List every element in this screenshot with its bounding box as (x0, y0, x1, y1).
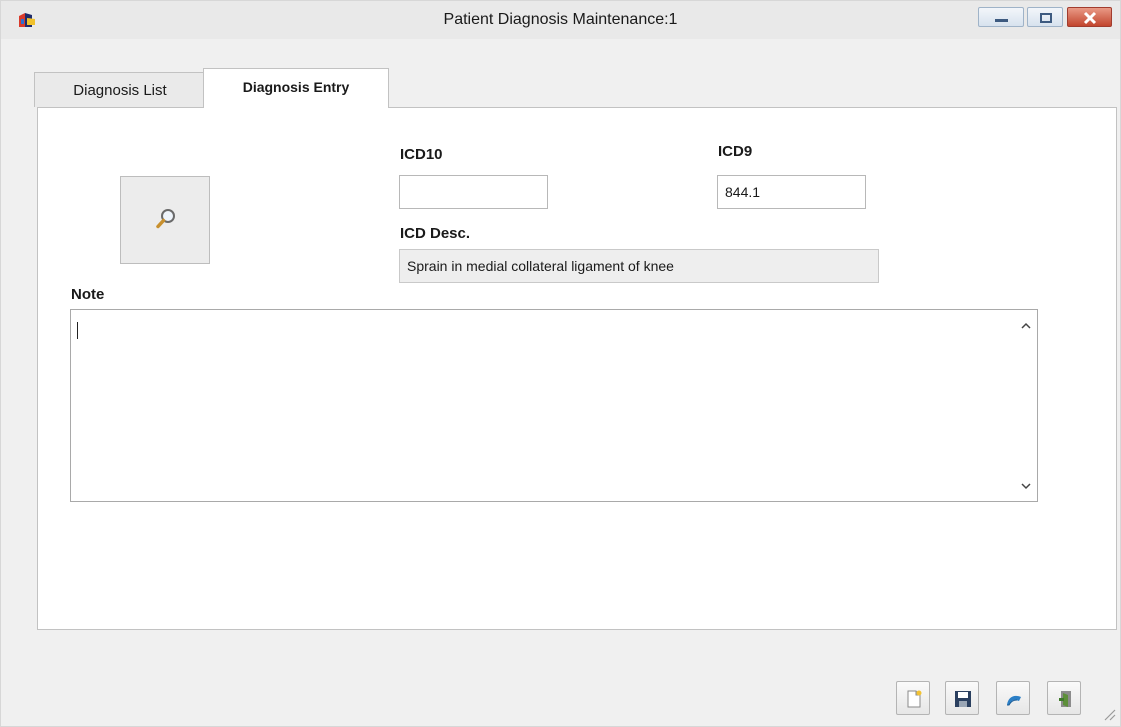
note-label: Note (71, 286, 105, 303)
maximize-icon (1040, 13, 1052, 23)
minimize-icon (995, 19, 1008, 22)
icd10-label: ICD10 (400, 146, 443, 163)
icd9-label: ICD9 (718, 143, 753, 160)
maximize-button[interactable] (1027, 7, 1063, 27)
minimize-button[interactable] (978, 7, 1024, 27)
exit-button[interactable] (1047, 681, 1081, 715)
save-icon (955, 691, 971, 707)
new-button[interactable] (896, 681, 930, 715)
close-button[interactable] (1067, 7, 1112, 27)
icd9-field[interactable]: 844.1 (717, 175, 866, 209)
text-caret (77, 322, 78, 339)
exit-icon (1059, 691, 1071, 707)
patient-diagnosis-window: Patient Diagnosis Maintenance:1 Diagnosi… (0, 0, 1121, 727)
undo-icon (1007, 695, 1021, 706)
note-textarea[interactable] (70, 309, 1038, 502)
note-scrollbar[interactable] (1015, 310, 1037, 501)
diagnosis-search-button[interactable] (120, 176, 210, 264)
window-title: Patient Diagnosis Maintenance:1 (443, 11, 678, 28)
magnifier-icon (156, 209, 175, 229)
save-button[interactable] (945, 681, 979, 715)
title-bar[interactable]: Patient Diagnosis Maintenance:1 (1, 1, 1120, 39)
scroll-up-icon[interactable] (1021, 322, 1031, 330)
undo-button[interactable] (996, 681, 1030, 715)
tab-diagnosis-entry[interactable]: Diagnosis Entry (203, 68, 389, 108)
new-document-icon (907, 690, 922, 708)
tab-diagnosis-list[interactable]: Diagnosis List (34, 72, 206, 107)
icd10-field[interactable] (399, 175, 548, 209)
resize-grip-icon[interactable] (1099, 704, 1117, 722)
icd-desc-field: Sprain in medial collateral ligament of … (399, 249, 879, 283)
icd-desc-label: ICD Desc. (400, 225, 471, 242)
close-icon (1083, 11, 1097, 25)
scroll-down-icon[interactable] (1021, 482, 1031, 490)
